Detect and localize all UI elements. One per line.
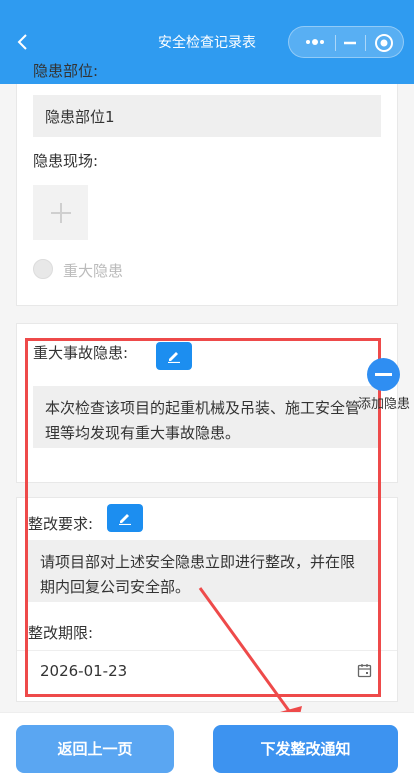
rectification-requirement-label: 整改要求: [28,515,94,533]
capsule-divider [365,35,366,51]
hazard-location-label: 隐患部位: [33,62,99,80]
target-icon[interactable] [374,33,394,53]
deadline-label: 整改期限: [28,624,94,642]
add-hazard-label: 添加隐患 [358,397,411,412]
minus-icon [375,373,392,376]
edit-major-accident-button[interactable] [156,342,192,370]
edit-requirement-button[interactable] [107,504,143,532]
deadline-date-picker[interactable]: 2026-01-23 [17,650,397,690]
plus-icon [51,203,71,223]
more-dots-icon[interactable] [305,36,325,48]
back-button[interactable]: 返回上一页 [16,725,174,773]
deadline-date-value: 2026-01-23 [40,662,128,680]
major-accident-text[interactable]: 本次检查该项目的起重机械及吊装、施工安全管理等均发现有重大事故隐患。 [33,386,381,448]
major-accident-label: 重大事故隐患: [33,344,129,362]
calendar-icon[interactable] [357,663,372,678]
hazard-site-label: 隐患现场: [33,152,99,170]
capsule-divider [335,35,336,51]
pencil-icon [119,514,131,525]
major-hazard-radio[interactable] [33,259,53,279]
mini-program-capsule [288,26,404,58]
minimize-icon[interactable] [342,35,358,51]
photo-upload-button[interactable] [33,185,88,240]
add-hazard-button[interactable] [367,358,400,391]
rectification-requirement-text[interactable]: 请项目部对上述安全隐患立即进行整改，并在限期内回复公司安全部。 [28,540,381,602]
major-hazard-label: 重大隐患 [63,262,124,280]
footer-bar: 返回上一页 下发整改通知 [0,712,414,780]
hazard-location-input[interactable]: 隐患部位1 [33,95,381,137]
pencil-icon [168,352,180,363]
issue-rectification-notice-button[interactable]: 下发整改通知 [213,725,398,773]
